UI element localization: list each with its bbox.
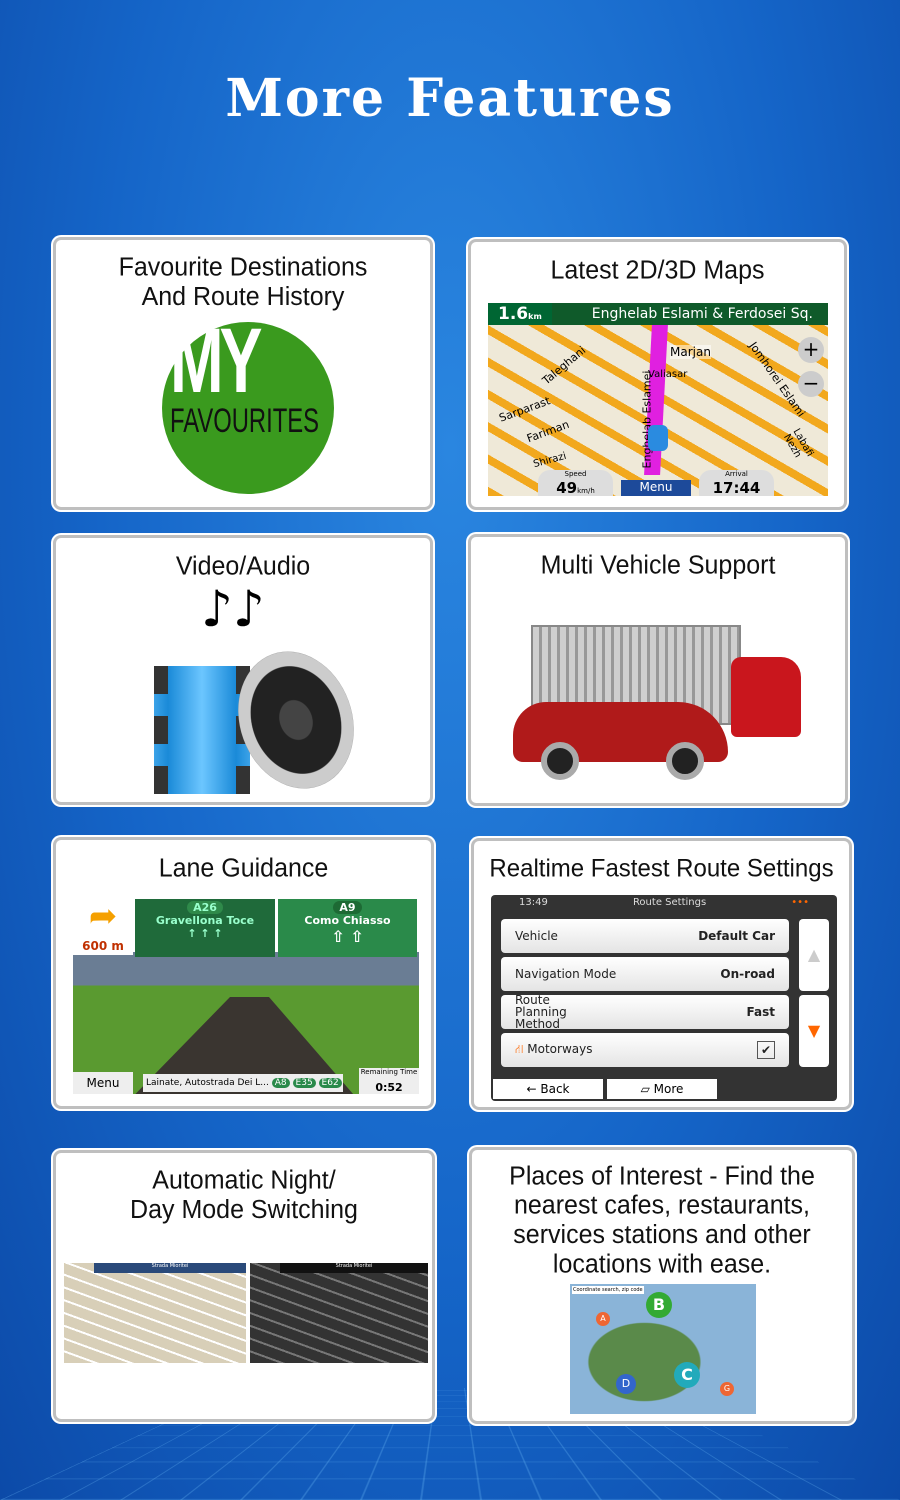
card-title: Places of Interest - Find the nearest ca… [472, 1161, 852, 1279]
card-lane-guidance: Lane Guidance ➦ 600 m A26 Gravellona Toc… [53, 837, 434, 1109]
scroll-up-button[interactable]: ▲ [799, 919, 829, 991]
card-title: Lane Guidance [56, 853, 431, 882]
card-night-day: Automatic Night/ Day Mode Switching Stra… [53, 1150, 435, 1422]
speed-box: Speed 49km/h [538, 470, 613, 496]
checkbox[interactable]: ✔ [757, 1041, 775, 1059]
zoom-in-button[interactable]: + [798, 337, 824, 363]
more-button[interactable]: ▱ More [607, 1079, 717, 1099]
logo-text: MY FAVOURITES [170, 318, 293, 438]
road-sign: A26 Gravellona Toce ↑ ↑ ↑ [135, 899, 275, 957]
setting-row-route-planning[interactable]: Route Planning Method Fast [501, 995, 789, 1029]
card-title: Realtime Fastest Route Settings [474, 854, 849, 883]
card-route-settings: Realtime Fastest Route Settings 13:49 Rou… [471, 838, 852, 1110]
back-button[interactable]: ← Back [493, 1079, 603, 1099]
card-title: Multi Vehicle Support [471, 550, 845, 579]
arrival-box: Arrival 17:44 [699, 470, 774, 496]
film-strip-icon [154, 666, 250, 794]
poi-map: Coordinate search, zip code B A C D G [570, 1284, 756, 1414]
day-map: Strada Mioritei [64, 1263, 246, 1363]
menu-button[interactable]: Menu [621, 480, 691, 496]
turn-arrow-icon: ➦ [73, 897, 133, 935]
card-multi-vehicle: Multi Vehicle Support [468, 534, 848, 806]
zoom-out-button[interactable]: − [798, 371, 824, 397]
setting-row-navigation-mode[interactable]: Navigation Mode On-road [501, 957, 789, 991]
setting-row-vehicle[interactable]: Vehicle Default Car [501, 919, 789, 953]
card-title: Favourite Destinations And Route History [56, 253, 430, 312]
card-maps: Latest 2D/3D Maps 1.6km Enghelab Eslami … [468, 239, 847, 510]
night-map: Strada Mioritei [250, 1263, 428, 1363]
scroll-down-button[interactable]: ▼ [799, 995, 829, 1067]
page-title: More Features [0, 68, 900, 129]
route-settings-screenshot: 13:49 Route Settings ••• Vehicle Default Ca… [491, 895, 837, 1101]
road-sign: A9 Como Chiasso ⇧ ⇧ [278, 899, 417, 957]
setting-row-motorways[interactable]: ⛙ Motorways ✔ [501, 1033, 789, 1067]
card-title: Latest 2D/3D Maps [471, 255, 844, 284]
street-name: Enghelab Eslami & Ferdosei Sq. [592, 306, 813, 322]
lane-guidance-screenshot: ➦ 600 m A26 Gravellona Toce ↑ ↑ ↑ A9 Como… [73, 897, 419, 1094]
card-places-of-interest: Places of Interest - Find the nearest ca… [469, 1147, 855, 1424]
map-screenshot: 1.6km Enghelab Eslami & Ferdosei Sq. Mar… [488, 303, 828, 496]
my-favourites-logo: MY FAVOURITES [162, 322, 334, 494]
music-notes-icon: ♪♪ [201, 580, 265, 638]
card-title: Video/Audio [56, 551, 430, 580]
card-title: Automatic Night/ Day Mode Switching [56, 1166, 432, 1225]
menu-button[interactable]: Menu [73, 1072, 133, 1094]
card-favourites: Favourite Destinations And Route History… [53, 237, 433, 510]
card-video-audio: Video/Audio ♪♪ [53, 535, 433, 805]
car-icon [648, 425, 668, 451]
